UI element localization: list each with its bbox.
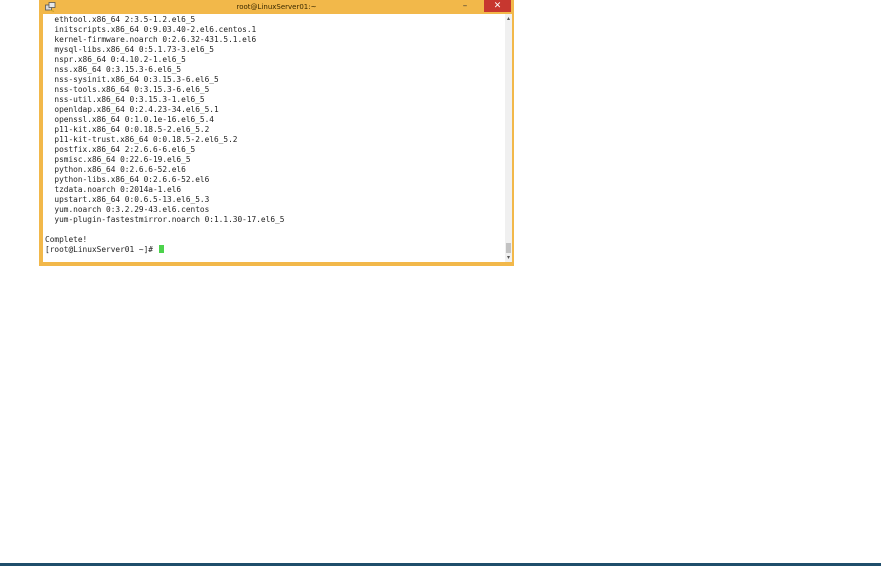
terminal-line: postfix.x86_64 2:2.6.6-6.el6_5 <box>45 145 196 154</box>
terminal-line: initscripts.x86_64 0:9.03.40-2.el6.cento… <box>45 25 257 34</box>
terminal-line: kernel-firmware.noarch 0:2.6.32-431.5.1.… <box>45 35 257 44</box>
terminal-line: yum.noarch 0:3.2.29-43.el6.centos <box>45 205 210 214</box>
terminal-line: p11-kit.x86_64 0:0.18.5-2.el6_5.2 <box>45 125 210 134</box>
minimize-button[interactable]: – <box>454 1 476 12</box>
terminal-line: python-libs.x86_64 0:2.6.6-52.el6 <box>45 175 210 184</box>
terminal-line: upstart.x86_64 0:0.6.5-13.el6_5.3 <box>45 195 210 204</box>
terminal-line: psmisc.x86_64 0:22.6-19.el6_5 <box>45 155 191 164</box>
terminal-line: nss-sysinit.x86_64 0:3.15.3-6.el6_5 <box>45 75 219 84</box>
vertical-scrollbar[interactable]: ▴ ▾ <box>505 14 512 262</box>
terminal-line: nss.x86_64 0:3.15.3-6.el6_5 <box>45 65 182 74</box>
title-bar[interactable]: root@LinuxServer01:~ – ✕ <box>39 0 514 14</box>
terminal-line: openldap.x86_64 0:2.4.23-34.el6_5.1 <box>45 105 219 114</box>
terminal-line: nss-tools.x86_64 0:3.15.3-6.el6_5 <box>45 85 210 94</box>
terminal-line: openssl.x86_64 0:1.0.1e-16.el6_5.4 <box>45 115 214 124</box>
prompt-line: [root@LinuxServer01 ~]# <box>45 245 284 255</box>
terminal-line: Complete! <box>45 235 88 244</box>
scroll-up-icon[interactable]: ▴ <box>505 15 512 22</box>
terminal-line: p11-kit-trust.x86_64 0:0.18.5-2.el6_5.2 <box>45 135 238 144</box>
window-title: root@LinuxServer01:~ <box>236 3 317 11</box>
terminal-line: python.x86_64 0:2.6.6-52.el6 <box>45 165 186 174</box>
close-button[interactable]: ✕ <box>484 0 511 12</box>
terminal-line: mysql-libs.x86_64 0:5.1.73-3.el6_5 <box>45 45 214 54</box>
terminal-lines: ethtool.x86_64 2:3.5-1.2.el6_5 initscrip… <box>45 15 284 255</box>
scroll-down-icon[interactable]: ▾ <box>505 254 512 261</box>
terminal-line: nspr.x86_64 0:4.10.2-1.el6_5 <box>45 55 186 64</box>
terminal-output[interactable]: ethtool.x86_64 2:3.5-1.2.el6_5 initscrip… <box>43 14 505 262</box>
terminal-line: nss-util.x86_64 0:3.15.3-1.el6_5 <box>45 95 205 104</box>
terminal-window: root@LinuxServer01:~ – ✕ ethtool.x86_64 … <box>39 0 514 266</box>
terminal-line: ethtool.x86_64 2:3.5-1.2.el6_5 <box>45 15 196 24</box>
terminal-line: yum-plugin-fastestmirror.noarch 0:1.1.30… <box>45 215 285 224</box>
scrollbar-thumb[interactable] <box>506 243 511 253</box>
shell-prompt: [root@LinuxServer01 ~]# <box>45 245 158 254</box>
terminal-line: tzdata.noarch 0:2014a-1.el6 <box>45 185 182 194</box>
text-cursor <box>158 245 164 253</box>
